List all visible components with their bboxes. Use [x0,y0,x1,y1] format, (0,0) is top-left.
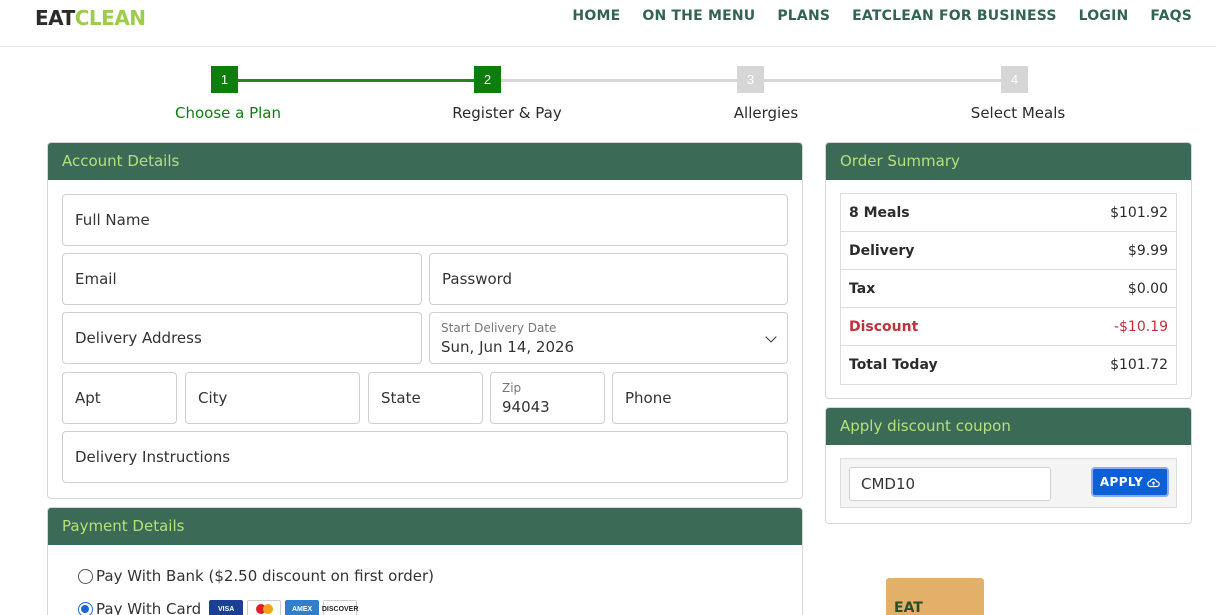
zip-input[interactable]: Zip 94043 [490,372,605,424]
top-header: EAT CLEAN HOME ON THE MENU PLANS EATCLEAN… [0,0,1216,47]
email-input[interactable]: Email [62,253,422,305]
pay-with-card-option[interactable]: Pay With Card VISA AMEX DISCOVER [78,600,358,615]
coupon-code-input[interactable]: CMD10 [849,467,1051,501]
nav-home[interactable]: HOME [572,8,620,24]
step-connector-1 [238,79,474,82]
nav-on-the-menu[interactable]: ON THE MENU [642,8,755,24]
step-1-label: Choose a Plan [174,104,282,122]
delivery-instructions-placeholder: Delivery Instructions [75,448,231,466]
summary-row-label: Delivery [849,242,915,259]
step-2-number[interactable]: 2 [474,66,501,93]
meal-box-image: EAT [886,578,984,615]
main-nav: HOME ON THE MENU PLANS EATCLEAN FOR BUSI… [550,8,1192,24]
apt-placeholder: Apt [75,389,101,407]
pay-with-bank-option[interactable]: Pay With Bank ($2.50 discount on first o… [78,567,434,585]
summary-row-value: -$10.19 [1113,318,1168,335]
summary-row-value: $9.99 [1127,242,1168,259]
brand-logo-part2: CLEAN [74,6,146,30]
discover-card-icon: DISCOVER [322,600,358,615]
payment-details-title: Payment Details [48,508,802,545]
password-placeholder: Password [442,270,513,288]
summary-row-label: Total Today [849,357,938,373]
payment-details-panel: Payment Details [47,507,803,615]
brand-logo[interactable]: EAT CLEAN [35,6,146,30]
summary-row-value: $101.72 [1110,357,1168,373]
coupon-form: CMD10 APPLY [840,458,1177,508]
delivery-instructions-input[interactable]: Delivery Instructions [62,431,788,483]
city-input[interactable]: City [185,372,360,424]
start-delivery-date-select[interactable]: Start Delivery Date Sun, Jun 14, 2026 [429,312,788,364]
phone-placeholder: Phone [625,389,672,407]
apply-coupon-button[interactable]: APPLY [1091,467,1169,497]
order-summary-table: 8 Meals $101.92 Delivery $9.99 Tax $0.00… [840,193,1177,385]
step-1-number[interactable]: 1 [211,66,238,93]
step-connector-2 [501,79,737,82]
city-placeholder: City [198,389,228,407]
step-4-label: Select Meals [970,104,1066,122]
apt-input[interactable]: Apt [62,372,177,424]
order-summary-title: Order Summary [826,143,1191,180]
zip-label: Zip [502,381,522,395]
summary-row-label: Tax [849,280,876,297]
mastercard-icon [247,600,282,615]
delivery-address-input[interactable]: Delivery Address [62,312,422,364]
cloud-upload-icon [1147,478,1160,487]
nav-faqs[interactable]: FAQS [1150,8,1192,24]
start-delivery-date-label: Start Delivery Date [441,321,557,335]
summary-row-tax: Tax $0.00 [841,270,1176,308]
discount-coupon-title: Apply discount coupon [826,408,1191,445]
password-input[interactable]: Password [429,253,788,305]
pay-with-bank-label: Pay With Bank ($2.50 discount on first o… [96,567,435,585]
checkout-stepper: 1 2 3 4 Choose a Plan Register & Pay All… [0,66,1216,126]
amex-card-icon: AMEX [285,600,320,615]
state-input[interactable]: State [368,372,483,424]
summary-row-label: Discount [849,318,919,335]
summary-row-value: $0.00 [1127,280,1168,297]
full-name-input[interactable]: Full Name [62,194,788,246]
pay-with-card-label: Pay With Card [96,600,202,615]
step-2-label: Register & Pay [452,104,562,122]
apply-coupon-label: APPLY [1099,475,1144,489]
pay-with-bank-radio[interactable] [78,568,93,584]
step-4-number: 4 [1001,66,1028,93]
summary-row-value: $101.92 [1110,204,1168,221]
account-details-title: Account Details [48,143,802,180]
chevron-down-icon [765,331,777,343]
summary-row-label: 8 Meals [849,204,910,221]
nav-plans[interactable]: PLANS [777,8,830,24]
summary-row-total: Total Today $101.72 [841,346,1176,384]
meal-box-logo-text: EAT [894,600,923,615]
summary-row-meals: 8 Meals $101.92 [841,194,1176,232]
state-placeholder: State [381,389,421,407]
summary-row-discount: Discount -$10.19 [841,308,1176,346]
full-name-placeholder: Full Name [75,211,150,229]
step-3-number: 3 [737,66,764,93]
nav-eatclean-for-business[interactable]: EATCLEAN FOR BUSINESS [852,8,1057,24]
phone-input[interactable]: Phone [612,372,788,424]
delivery-address-placeholder: Delivery Address [75,329,202,347]
start-delivery-date-value: Sun, Jun 14, 2026 [441,338,575,356]
step-3-label: Allergies [733,104,799,122]
zip-value: 94043 [502,398,550,416]
brand-logo-part1: EAT [35,6,75,30]
nav-login[interactable]: LOGIN [1079,8,1129,24]
visa-card-icon: VISA [209,600,244,615]
summary-row-delivery: Delivery $9.99 [841,232,1176,270]
pay-with-card-radio[interactable] [78,601,93,615]
step-connector-3 [764,79,1001,82]
email-placeholder: Email [75,270,117,288]
